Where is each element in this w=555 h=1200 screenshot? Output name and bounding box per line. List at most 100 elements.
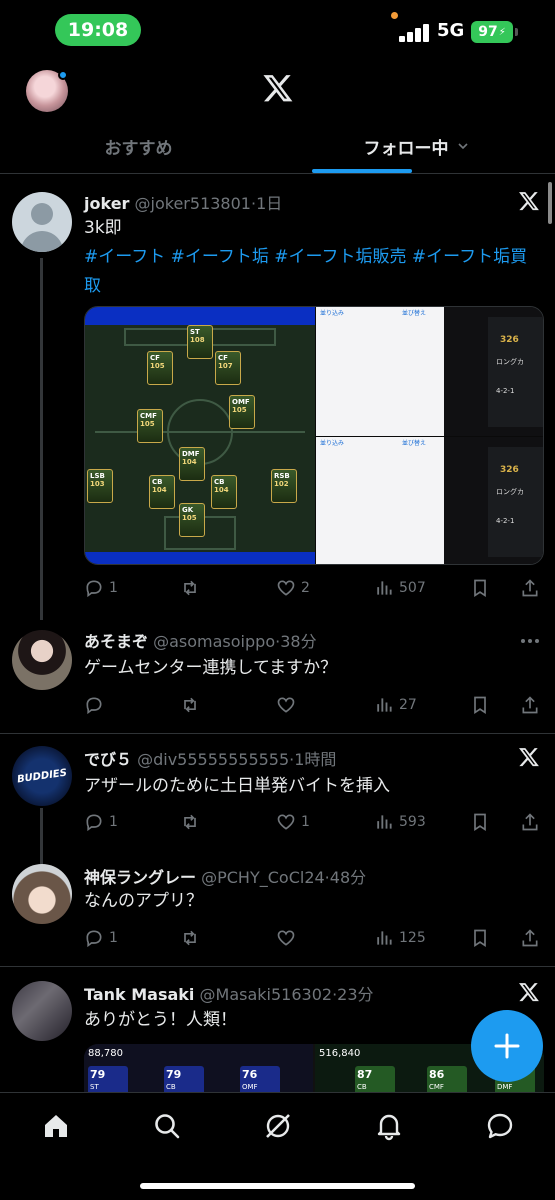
like-button[interactable]: [276, 926, 301, 950]
player-position: RSB: [274, 472, 290, 480]
avatar[interactable]: [12, 864, 72, 924]
retweet-button[interactable]: [180, 810, 205, 834]
player-position: CMF: [140, 412, 157, 420]
player-grid: 並り込み 並び替え: [316, 307, 444, 436]
reply-button[interactable]: 1: [84, 810, 118, 834]
player-list-image[interactable]: 並り込み 並び替え 326 ロングカ 4-2-1: [316, 437, 543, 564]
share-button[interactable]: [520, 576, 545, 600]
sheet-header: 並び替え: [402, 310, 427, 317]
player-rating: 79: [166, 1068, 182, 1081]
player-rating: 104: [182, 458, 197, 466]
player-position: CB: [166, 1083, 176, 1091]
display-name[interactable]: 神保ラングレー: [84, 868, 196, 887]
player-card[interactable]: DMF 104: [179, 447, 205, 481]
user-handle[interactable]: @Masaki516302: [200, 985, 333, 1004]
user-handle[interactable]: @PCHY_CoCl24: [201, 868, 325, 887]
like-button[interactable]: 2: [276, 576, 310, 600]
retweet-button[interactable]: [180, 693, 205, 717]
views-button[interactable]: 507: [374, 576, 426, 600]
views-button[interactable]: 593: [374, 810, 426, 834]
retweet-button[interactable]: [180, 576, 205, 600]
player-card[interactable]: CF 107: [215, 351, 241, 385]
reply-button[interactable]: 1: [84, 926, 118, 950]
share-button[interactable]: [520, 693, 545, 717]
share-button[interactable]: [520, 810, 545, 834]
sheet-header: 並び替え: [402, 440, 427, 447]
hashtag-link[interactable]: #イーフト #イーフト垢 #イーフト垢販売 #イーフト垢買取: [84, 243, 544, 301]
display-name[interactable]: joker: [84, 194, 129, 213]
compose-button[interactable]: [471, 1010, 543, 1082]
avatar[interactable]: [12, 630, 72, 690]
default-avatar[interactable]: [12, 192, 72, 252]
side-panel: 326 ロングカ 4-2-1: [488, 317, 543, 427]
player-card[interactable]: CB 104: [211, 475, 237, 509]
avatar[interactable]: BUDDIES: [12, 746, 72, 806]
player-list-image[interactable]: 並り込み 並び替え 326 ロングカ 4-2-1: [316, 307, 543, 436]
reply-button[interactable]: 1: [84, 576, 118, 600]
formation-image[interactable]: ST 108 CF 105 CF 107 CMF 105 OMF 105 DMF 104 L…: [85, 307, 315, 564]
display-name[interactable]: でび５: [84, 750, 132, 769]
nav-search[interactable]: [152, 1111, 182, 1141]
messages-icon: [487, 1113, 513, 1139]
display-name[interactable]: あそまぞ: [84, 632, 148, 651]
avatar[interactable]: [12, 981, 72, 1041]
tweet[interactable]: BUDDIES でび５ @div55555555555·1時間 アザールのために…: [0, 734, 555, 864]
tweet-media[interactable]: ST 108 CF 105 CF 107 CMF 105 OMF 105 DMF 104 L…: [84, 306, 544, 565]
side-panel: 326 ロングカ 4-2-1: [488, 447, 543, 557]
views-icon: [377, 698, 392, 712]
nav-grok[interactable]: [263, 1111, 293, 1141]
player-card[interactable]: CMF 105: [137, 409, 163, 443]
views-button[interactable]: 27: [374, 693, 417, 717]
bell-icon: [377, 1114, 401, 1141]
reply-icon: [86, 930, 102, 948]
player-position: GK: [182, 506, 194, 514]
squad-value: 88,780: [88, 1048, 123, 1059]
player-card[interactable]: GK 105: [179, 503, 205, 537]
player-rating: 105: [140, 420, 155, 428]
bookmark-button[interactable]: [470, 693, 495, 717]
player-card[interactable]: RSB 102: [271, 469, 297, 503]
home-indicator[interactable]: [140, 1183, 415, 1189]
like-button[interactable]: [276, 693, 301, 717]
player-card[interactable]: OMF 105: [229, 395, 255, 429]
tweet-time: 48分: [329, 868, 367, 887]
views-button[interactable]: 125: [374, 926, 426, 950]
player-card[interactable]: CB 104: [149, 475, 175, 509]
bookmark-button[interactable]: [470, 810, 495, 834]
x-logo-icon[interactable]: [518, 981, 540, 1003]
tweet[interactable]: 神保ラングレー @PCHY_CoCl24·48分 なんのアプリ？ 1 125: [0, 850, 555, 966]
heart-icon: [277, 697, 295, 713]
view-count: 27: [399, 697, 417, 713]
share-button[interactable]: [520, 926, 545, 950]
player-card[interactable]: CF 105: [147, 351, 173, 385]
user-handle[interactable]: @asomasoippo: [153, 632, 275, 651]
tweet[interactable]: あそまぞ @asomasoippo·38分 ゲームセンター連携してますか？ 27: [0, 620, 555, 733]
player-rating: 105: [182, 514, 197, 522]
nav-home[interactable]: [41, 1111, 71, 1141]
heart-icon: [277, 930, 295, 946]
bookmark-button[interactable]: [470, 926, 495, 950]
like-button[interactable]: 1: [276, 810, 310, 834]
player-rating: 105: [150, 362, 165, 370]
views-icon: [377, 581, 392, 595]
player-card[interactable]: ST 108: [187, 325, 213, 359]
bookmark-icon: [474, 929, 486, 948]
player-card[interactable]: LSB 103: [87, 469, 113, 503]
tweet[interactable]: joker @joker513801·1日 3k即 #イーフト #イーフト垢 #…: [0, 0, 555, 620]
side-text: ロングカ: [496, 358, 524, 366]
like-count: 2: [301, 580, 310, 596]
bookmark-button[interactable]: [470, 576, 495, 600]
view-count: 593: [399, 814, 426, 830]
more-options-icon[interactable]: [520, 638, 540, 644]
x-logo-icon[interactable]: [518, 746, 540, 768]
retweet-icon: [184, 930, 196, 946]
nav-messages[interactable]: [485, 1111, 515, 1141]
display-name[interactable]: Tank Masaki: [84, 985, 194, 1004]
x-logo-icon[interactable]: [518, 190, 540, 212]
nav-notifications[interactable]: [374, 1111, 404, 1141]
player-rating: 76: [242, 1068, 258, 1081]
reply-button[interactable]: [84, 693, 109, 717]
retweet-button[interactable]: [180, 926, 205, 950]
user-handle[interactable]: @div55555555555: [137, 750, 289, 769]
user-handle[interactable]: @joker513801: [135, 194, 251, 213]
